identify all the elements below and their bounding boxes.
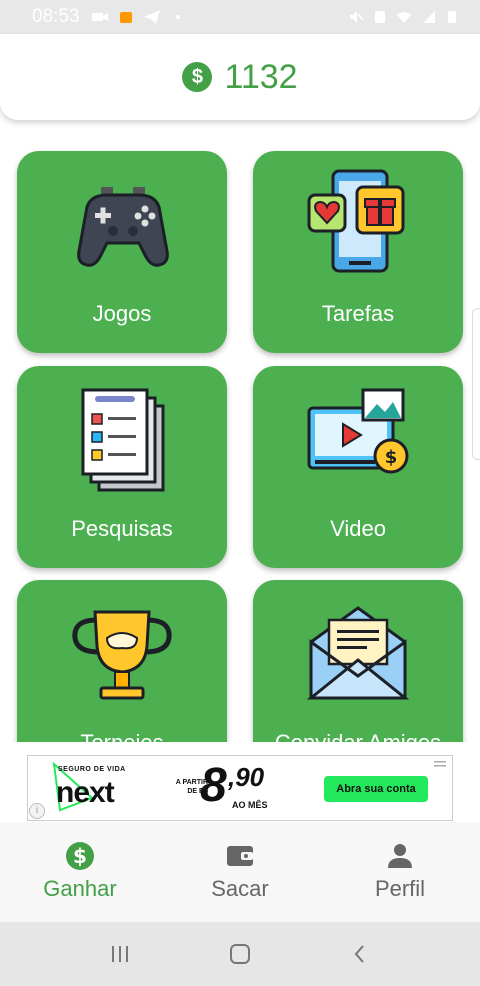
wallet-icon <box>227 846 253 866</box>
ad-menu-icon[interactable] <box>434 760 446 770</box>
ad-banner[interactable]: SEGURO DE VIDA next A PARTIR DE R$ 8 ,90… <box>27 755 453 821</box>
survey-icon <box>81 388 165 492</box>
alarm-icon <box>375 11 385 23</box>
card-torneios[interactable]: Torneios <box>17 580 227 742</box>
mute-icon <box>350 11 364 23</box>
app-notification-icon <box>119 12 132 23</box>
recent-apps-icon[interactable] <box>108 942 132 966</box>
svg-text:$: $ <box>73 844 87 868</box>
dollar-coin-icon: $ <box>66 842 94 870</box>
status-bar: 08:53 <box>0 0 480 34</box>
card-label: Torneios <box>17 730 227 742</box>
card-label: Tarefas <box>321 301 395 326</box>
card-label: Jogos <box>92 301 152 326</box>
telegram-icon <box>143 10 160 24</box>
card-label: Convidar Amigos <box>253 730 463 742</box>
gamepad-icon <box>77 187 169 267</box>
card-convidar-amigos[interactable]: Convidar Amigos <box>253 580 463 742</box>
battery-icon <box>448 11 456 23</box>
nav-label: Perfil <box>374 876 426 901</box>
nav-label: Ganhar <box>43 876 117 901</box>
person-icon <box>388 844 412 868</box>
ad-per-month: AO MÊS <box>232 800 268 810</box>
nav-sacar[interactable]: Sacar <box>160 822 320 922</box>
ad-price: 8 <box>200 759 227 812</box>
card-video[interactable]: $ Video <box>253 366 463 568</box>
video-coin-icon: $ <box>307 388 409 474</box>
trophy-icon <box>72 610 172 700</box>
ad-price-decimal: ,90 <box>228 762 265 792</box>
card-label: Video <box>330 516 386 541</box>
nav-perfil[interactable]: Perfil <box>320 822 480 922</box>
back-icon[interactable] <box>348 942 372 966</box>
status-time: 08:53 <box>32 6 80 27</box>
dot-icon <box>175 15 180 19</box>
wifi-icon <box>397 12 411 23</box>
ad-cta-button[interactable]: Abra sua conta <box>324 776 428 802</box>
card-pesquisas[interactable]: Pesquisas <box>17 366 227 568</box>
ad-tagline: SEGURO DE VIDA <box>58 766 126 773</box>
phone-gift-icon <box>307 169 405 273</box>
balance-header: $ 1132 <box>0 34 480 120</box>
nav-ganhar[interactable]: $ Ganhar <box>0 822 160 922</box>
ad-brand: next <box>56 776 115 809</box>
nav-label: Sacar <box>211 876 269 901</box>
card-label: Pesquisas <box>71 516 173 541</box>
balance-value: 1132 <box>224 57 298 96</box>
status-system-icons <box>348 10 460 24</box>
svg-text:$: $ <box>385 447 398 468</box>
signal-icon <box>423 11 435 23</box>
ad-info-icon[interactable]: i <box>29 803 45 819</box>
system-navigation-bar <box>0 922 480 986</box>
home-icon[interactable] <box>228 942 252 966</box>
video-icon <box>91 13 108 21</box>
bottom-nav: $ Ganhar Sacar Perfil <box>0 822 480 922</box>
earn-options-grid: Jogos Tarefas Pesquisas $ Video <box>0 120 480 742</box>
envelope-icon <box>306 606 410 700</box>
card-jogos[interactable]: Jogos <box>17 151 227 353</box>
status-notifications <box>91 10 186 24</box>
dollar-coin-icon: $ <box>182 62 213 92</box>
scroll-indicator <box>472 308 480 460</box>
card-tarefas[interactable]: Tarefas <box>253 151 463 353</box>
